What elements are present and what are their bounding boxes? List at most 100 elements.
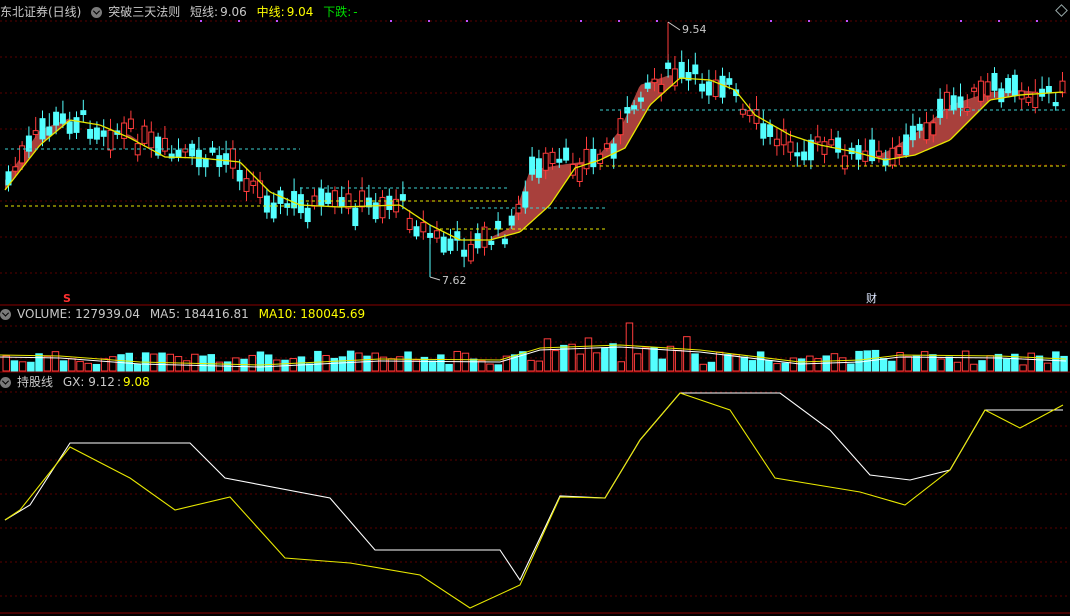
candle-body: [229, 148, 236, 169]
candle-body: [189, 143, 196, 157]
volume-bar: [543, 338, 552, 372]
candle-body: [930, 122, 937, 136]
candle-body: [297, 194, 304, 214]
candle-body: [692, 64, 699, 75]
candle-body: [651, 78, 658, 84]
candle-body: [53, 111, 60, 126]
volume-bar: [617, 361, 625, 372]
gx-value2: 9.08: [123, 375, 150, 389]
volume-bar: [371, 352, 379, 372]
volume-bar: [584, 337, 593, 372]
signal-dot: [580, 20, 582, 22]
volume-bar: [642, 347, 650, 372]
candle-body: [909, 125, 916, 141]
candle-body: [141, 125, 148, 144]
short-value: 9.06: [220, 5, 247, 19]
candle-body: [937, 98, 944, 118]
candle-body: [379, 196, 386, 219]
collapse-arrow-icon[interactable]: [91, 7, 103, 18]
candle-body: [331, 190, 338, 208]
volume-bar: [1002, 358, 1011, 372]
candle-body: [760, 123, 767, 139]
candle-body: [291, 191, 298, 209]
candle-body: [440, 236, 447, 253]
short-label: 短线:: [190, 5, 219, 19]
candle-body: [318, 188, 325, 206]
candle-body: [522, 191, 529, 208]
candle-body: [325, 192, 332, 204]
candle-body: [66, 121, 73, 134]
volume-bar: [59, 360, 68, 372]
candle-body: [549, 151, 556, 165]
candle-body: [93, 127, 100, 140]
collapse-arrow-icon[interactable]: [0, 309, 11, 320]
volume-bar: [174, 356, 183, 372]
candle-body: [73, 117, 80, 133]
low-price-label: 7.62: [442, 274, 467, 287]
candle-body: [413, 226, 420, 237]
candle-body: [889, 147, 896, 166]
volume-bar: [961, 350, 970, 372]
candle-body: [1059, 80, 1066, 94]
candle-body: [678, 61, 685, 79]
candle-body: [59, 113, 66, 124]
candle-body: [977, 80, 984, 102]
volume-bar: [273, 359, 281, 372]
candle-body: [814, 136, 821, 143]
candle-body: [699, 83, 706, 92]
candle-body: [223, 153, 230, 165]
volume-bar: [781, 362, 789, 372]
collapse-arrow-icon[interactable]: [0, 377, 11, 388]
candle-body: [100, 130, 107, 137]
volume-bar: [707, 361, 716, 372]
low-pointer: [429, 276, 441, 281]
signal-dot: [466, 20, 468, 22]
volume-bar: [847, 363, 855, 372]
volume-bar: [789, 357, 798, 372]
gx-header: 持股线 GX: 9.12:9.08: [0, 373, 156, 391]
candle-body: [862, 150, 869, 162]
volume-bar: [601, 347, 609, 372]
volume-bar: [740, 356, 748, 372]
volume-bar: [84, 362, 92, 372]
candle-body: [644, 82, 651, 89]
candle-body: [943, 91, 950, 110]
volume-bar: [994, 353, 1003, 372]
volume-bar: [765, 360, 773, 372]
candle-body: [923, 122, 930, 141]
candle-body: [515, 203, 522, 214]
trend-label: 下跌:: [323, 5, 352, 19]
candle-body: [338, 197, 345, 208]
signal-dot: [846, 20, 848, 22]
candle-body: [896, 146, 903, 156]
volume-bar: [699, 363, 707, 372]
volume-bar: [1019, 364, 1027, 372]
candle-body: [801, 151, 808, 161]
volume-bar: [724, 354, 732, 372]
volume-bar: [100, 358, 109, 372]
candle-body: [270, 202, 277, 219]
volume-bar: [945, 356, 953, 372]
candle-body: [467, 243, 474, 262]
volume-bar: [248, 354, 256, 372]
volume-bar: [937, 358, 945, 372]
high-price-label: 9.54: [682, 23, 707, 36]
candle-body: [991, 72, 998, 91]
candle-body: [386, 195, 393, 210]
candle-body: [495, 220, 502, 230]
mid-value: 9.04: [286, 5, 314, 19]
candle-body: [148, 131, 155, 149]
volume-bar: [551, 350, 560, 372]
candle-body: [488, 240, 495, 245]
candle-body: [175, 149, 182, 158]
volume-bar: [314, 350, 322, 372]
volume-bar: [18, 361, 27, 372]
trend-value: -: [353, 5, 358, 19]
volume-bar: [256, 351, 265, 372]
candle-body: [236, 169, 243, 182]
volume-bar: [978, 360, 986, 372]
candle-body: [87, 128, 94, 139]
volume-bar: [133, 363, 142, 372]
candle-body: [767, 124, 774, 137]
volume-header: VOLUME: 127939.04 MA5: 184416.81 MA10: 1…: [0, 305, 371, 323]
